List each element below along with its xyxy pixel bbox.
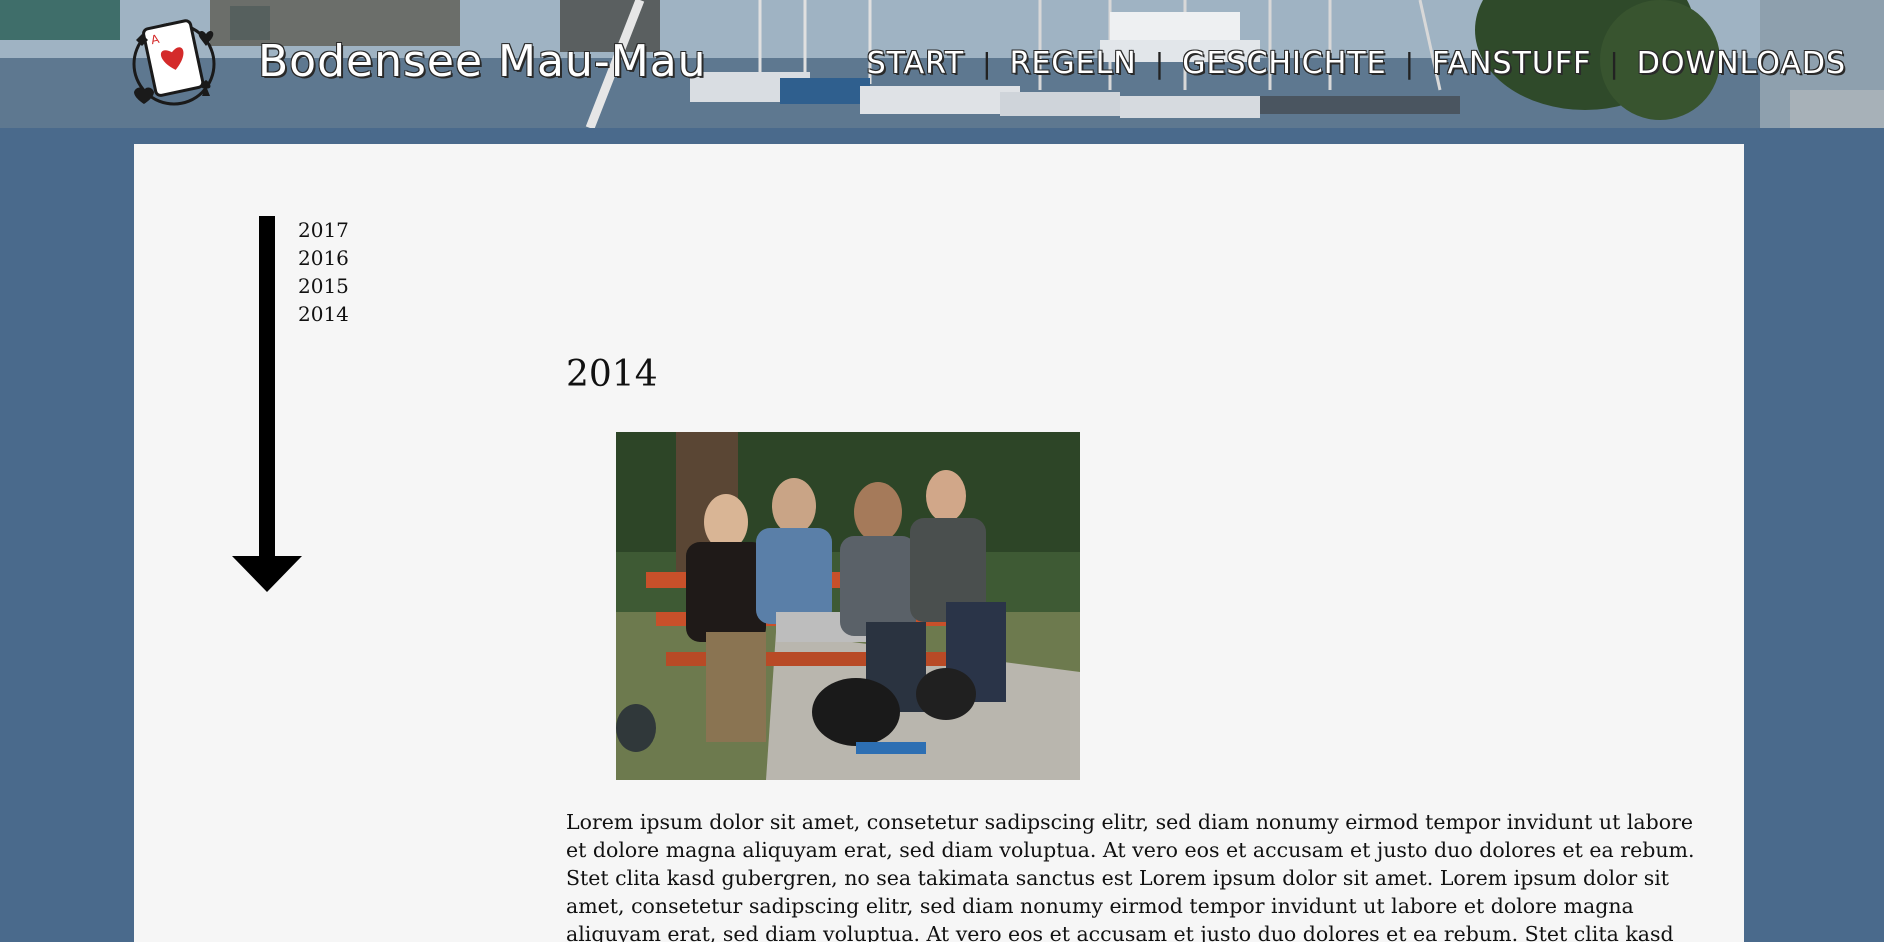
nav-separator: | bbox=[982, 47, 992, 80]
year-navigation: 2017 2016 2015 2014 bbox=[298, 216, 349, 328]
group-photo bbox=[616, 432, 1080, 780]
year-link-2014[interactable]: 2014 bbox=[298, 300, 349, 328]
arrow-down-icon bbox=[232, 216, 302, 592]
site-title[interactable]: Bodensee Mau-Mau bbox=[258, 36, 707, 87]
content-panel: 2017 2016 2015 2014 2014 Lorem ipsum dol… bbox=[134, 144, 1744, 942]
nav-fanstuff[interactable]: FANSTUFF bbox=[1432, 46, 1591, 81]
year-link-2015[interactable]: 2015 bbox=[298, 272, 349, 300]
playing-card-logo[interactable]: A bbox=[126, 14, 222, 110]
site-header: A Bodensee Mau-Mau START | REGELN | GESC… bbox=[0, 0, 1884, 128]
main-nav: START | REGELN | GESCHICHTE | FANSTUFF |… bbox=[867, 46, 1846, 81]
year-link-2016[interactable]: 2016 bbox=[298, 244, 349, 272]
section-paragraph: Lorem ipsum dolor sit amet, consetetur s… bbox=[566, 810, 1695, 942]
nav-downloads[interactable]: DOWNLOADS bbox=[1637, 46, 1846, 81]
section-title: 2014 bbox=[566, 354, 658, 395]
year-link-2017[interactable]: 2017 bbox=[298, 216, 349, 244]
nav-regeln[interactable]: REGELN bbox=[1010, 46, 1137, 81]
nav-separator: | bbox=[1154, 47, 1165, 80]
nav-separator: | bbox=[1609, 47, 1619, 80]
nav-separator: | bbox=[1404, 47, 1415, 80]
nav-start[interactable]: START bbox=[867, 46, 965, 81]
nav-geschichte[interactable]: GESCHICHTE bbox=[1182, 46, 1386, 81]
